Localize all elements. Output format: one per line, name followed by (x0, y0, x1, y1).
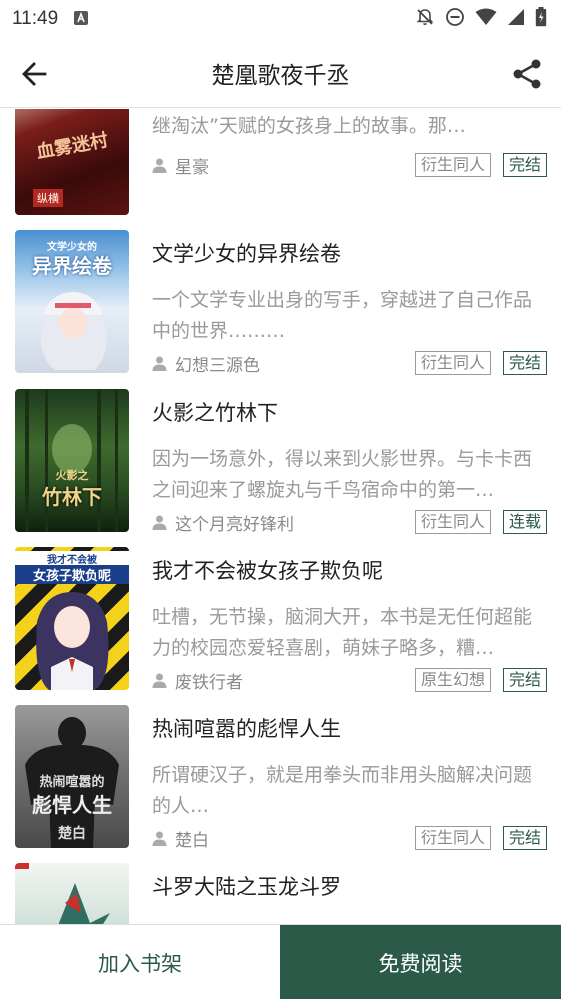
cover-subtitle: 热闹喧嚣的 (39, 775, 105, 790)
book-title: 我才不会被女孩子欺负呢 (152, 559, 383, 583)
status-time: 11:49 (12, 8, 59, 29)
status-badge: 连载 (502, 510, 547, 534)
book-description: 因为一场意外，得以来到火影世界。与卡卡西之间迎来了螺旋丸与千鸟宿命中的第一… (152, 448, 533, 501)
book-description: 一个文学专业出身的写手，穿越进了自己作品中的世界……… (152, 289, 533, 342)
book-description: 这是一个都市之人，重生到血雾之村，拥有“血继淘汰”天赋的女孩身上的故事。那… (152, 115, 466, 137)
cover-publisher: 纵横 (33, 189, 63, 207)
book-title: 文学少女的异界绘卷 (152, 242, 341, 266)
bamboo-illustration (25, 389, 118, 532)
signal-icon (507, 8, 525, 30)
book-cover (15, 863, 129, 924)
page-title: 楚凰歌夜千丞 (211, 62, 350, 89)
cover-author: 楚白 (58, 826, 86, 842)
share-icon (513, 59, 541, 89)
person-icon (152, 515, 167, 530)
book-cover: 我才不会被 女孩子欺负呢 (15, 547, 129, 690)
notifications-off-icon (415, 7, 435, 31)
book-meta: 楚白 衍生同人 完结 (152, 826, 547, 851)
genre-tag: 衍生同人 (414, 826, 491, 850)
app-bar: 楚凰歌夜千丞 (0, 38, 561, 108)
girl-illustration (36, 592, 109, 690)
add-to-shelf-button[interactable]: 加入书架 (0, 925, 280, 999)
book-author: 星豪 (175, 157, 209, 178)
book-item[interactable]: 文学少女的 异界绘卷 文学少女的异界绘卷 一个文学专业出身的写手，穿越进了自己作… (0, 230, 561, 388)
notification-a-icon (74, 10, 89, 29)
back-button[interactable] (16, 56, 52, 92)
bottom-action-bar: 加入书架 免费阅读 (0, 924, 561, 999)
person-icon (152, 673, 167, 688)
book-description: 吐槽，无节操，脑洞大开，本书是无任何超能力的校园恋爱轻喜剧，萌妹子略多，糟… (152, 606, 533, 659)
girl-illustration (40, 292, 107, 370)
battery-icon (535, 7, 547, 31)
person-icon (152, 356, 167, 371)
wifi-icon (475, 8, 497, 30)
book-meta: 幻想三源色 衍生同人 完结 (152, 351, 547, 376)
status-bar: 11:49 (0, 0, 561, 38)
book-title: 斗罗大陆之玉龙斗罗 (152, 875, 341, 899)
do-not-disturb-icon (445, 7, 465, 31)
genre-tag: 衍生同人 (414, 510, 491, 534)
cover-title: 异界绘卷 (32, 254, 112, 278)
cover-subtitle: 我才不会被 (15, 551, 129, 566)
genre-tag: 衍生同人 (414, 351, 491, 375)
book-list[interactable]: 血雾迷村 纵横 这是一个都市之人，重生到血雾之村，拥有“血继淘汰”天赋的女孩身上… (0, 109, 561, 924)
book-author: 这个月亮好锋利 (175, 514, 294, 535)
book-author: 废铁行者 (175, 672, 243, 693)
book-cover: 文学少女的 异界绘卷 (15, 230, 129, 373)
share-button[interactable] (509, 56, 545, 92)
free-read-button[interactable]: 免费阅读 (280, 925, 561, 999)
book-meta: 星豪 衍生同人 完结 (152, 153, 547, 178)
genre-tag: 衍生同人 (414, 153, 491, 177)
book-cover: 血雾迷村 纵横 (15, 109, 129, 215)
book-item[interactable]: 血雾迷村 纵横 这是一个都市之人，重生到血雾之村，拥有“血继淘汰”天赋的女孩身上… (0, 109, 561, 230)
book-title: 热闹喧嚣的彪悍人生 (152, 717, 341, 741)
status-badge: 完结 (502, 351, 547, 375)
arrow-left-icon (22, 62, 47, 86)
person-icon (152, 831, 167, 846)
cover-title: 血雾迷村 (34, 129, 110, 164)
book-item[interactable]: 热闹喧嚣的 彪悍人生 楚白 热闹喧嚣的彪悍人生 所谓硬汉子，就是用拳头而非用头脑… (0, 705, 561, 863)
book-item[interactable]: 我才不会被 女孩子欺负呢 我才不会被女孩子欺负呢 吐槽，无节操，脑洞大开，本书是… (0, 547, 561, 705)
status-badge: 完结 (502, 668, 547, 692)
book-item[interactable]: 斗罗大陆之玉龙斗罗 (0, 863, 561, 924)
figure-illustration (15, 863, 110, 924)
person-icon (152, 158, 167, 173)
genre-tag: 原生幻想 (414, 668, 491, 692)
book-meta: 这个月亮好锋利 衍生同人 连载 (152, 510, 547, 535)
book-cover: 火影之 竹林下 (15, 389, 129, 532)
book-meta: 废铁行者 原生幻想 完结 (152, 668, 547, 693)
cover-title: 彪悍人生 (32, 793, 112, 817)
cover-title: 竹林下 (42, 485, 102, 509)
cover-title: 女孩子欺负呢 (15, 565, 129, 584)
book-author: 楚白 (175, 830, 209, 851)
status-badge: 完结 (502, 826, 547, 850)
book-author: 幻想三源色 (175, 355, 260, 376)
book-title: 火影之竹林下 (152, 401, 278, 425)
book-item[interactable]: 火影之 竹林下 火影之竹林下 因为一场意外，得以来到火影世界。与卡卡西之间迎来了… (0, 389, 561, 547)
book-cover: 热闹喧嚣的 彪悍人生 楚白 (15, 705, 129, 848)
book-description: 所谓硬汉子，就是用拳头而非用头脑解决问题的人… (152, 764, 533, 817)
status-badge: 完结 (502, 153, 547, 177)
